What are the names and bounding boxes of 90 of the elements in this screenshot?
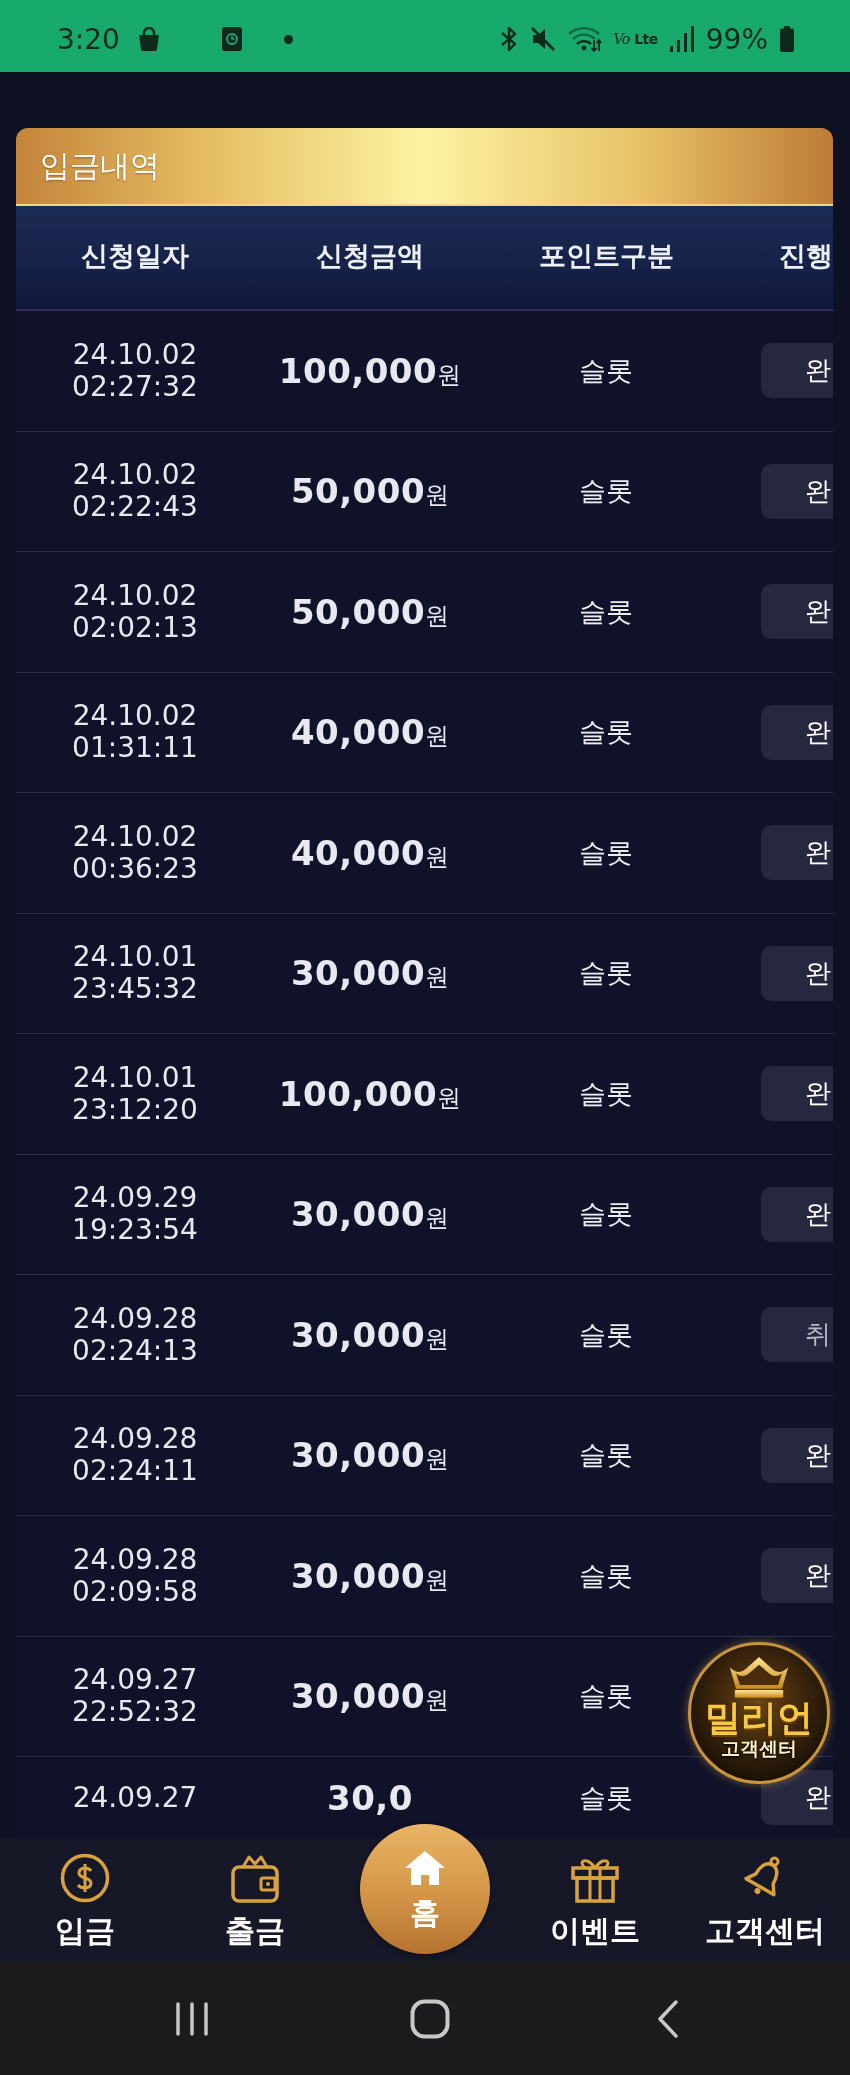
request-time: 02:27:32	[72, 370, 198, 403]
point-type-text: 슬롯	[579, 353, 633, 388]
nav-button[interactable]: 이벤트	[546, 1838, 644, 1952]
amount-text: 100,000원	[278, 1073, 462, 1114]
point-type-text: 슬롯	[579, 1197, 633, 1232]
request-time: 02:02:13	[72, 611, 198, 644]
nav-button[interactable]: 입금	[51, 1838, 119, 1952]
status-button[interactable]: 완	[761, 1427, 833, 1483]
point-type-text: 슬롯	[579, 1076, 633, 1111]
status-button[interactable]: 취	[761, 1307, 833, 1363]
point-type-text: 슬롯	[579, 835, 633, 870]
request-time: 02:24:13	[72, 1334, 198, 1367]
panel-title-bar: 입금내역	[16, 128, 833, 206]
status-button[interactable]: 완	[761, 1770, 833, 1825]
shopping-bag-icon	[137, 27, 160, 51]
amount-text: 30,000원	[290, 953, 450, 994]
amount-text: 30,000원	[290, 1435, 450, 1476]
request-date: 24.09.27	[72, 1664, 198, 1697]
mute-icon	[529, 26, 556, 52]
dollar-coin-icon	[60, 1853, 110, 1903]
wifi-icon	[567, 26, 602, 52]
column-header: 포인트구분	[538, 238, 674, 273]
request-date: 24.10.02	[72, 700, 198, 733]
amount-text: 50,000원	[290, 591, 450, 632]
column-header: 신청금액	[316, 238, 424, 273]
request-time: 01:31:11	[72, 732, 198, 765]
home-icon	[405, 1851, 445, 1885]
request-time: 19:23:54	[72, 1214, 198, 1247]
status-button[interactable]: 완	[761, 1186, 833, 1242]
status-button[interactable]: 완	[761, 825, 833, 881]
point-type-text: 슬롯	[579, 1780, 633, 1815]
status-button[interactable]: 완	[761, 1548, 833, 1604]
point-type-text: 슬롯	[579, 474, 633, 509]
amount-text: 30,000원	[290, 1314, 450, 1355]
request-time: 02:09:58	[72, 1575, 198, 1608]
amount-text: 30,000원	[290, 1555, 450, 1596]
request-time: 23:12:20	[72, 1093, 198, 1126]
amount-text: 40,000원	[290, 832, 450, 873]
nav-button[interactable]: 출금	[221, 1838, 289, 1952]
request-time: 22:52:32	[72, 1696, 198, 1729]
notification-dot-icon	[283, 34, 293, 44]
column-header: 진행	[779, 238, 833, 273]
request-date: 24.10.02	[72, 579, 198, 612]
request-date: 24.10.01	[72, 941, 198, 974]
status-button[interactable]: 완	[761, 343, 833, 399]
recent-apps-icon[interactable]	[175, 2001, 209, 2036]
request-date: 24.09.27	[72, 1781, 198, 1814]
request-date: 24.10.02	[72, 459, 198, 492]
amount-text: 50,000원	[290, 471, 450, 512]
wallet-icon	[231, 1853, 279, 1903]
battery-icon	[780, 26, 794, 52]
request-date: 24.10.02	[72, 338, 198, 371]
column-header: 신청일자	[81, 238, 189, 273]
status-button[interactable]: 완	[761, 584, 833, 640]
request-date: 24.10.01	[72, 1061, 198, 1094]
status-button[interactable]: 완	[761, 1066, 833, 1122]
point-type-text: 슬롯	[579, 1558, 633, 1593]
request-date: 24.09.29	[72, 1182, 198, 1215]
network-type-text: Vo Lte	[613, 31, 658, 47]
point-type-text: 슬롯	[579, 1679, 633, 1714]
status-button[interactable]: 완	[761, 463, 833, 519]
request-time: 02:24:11	[72, 1455, 198, 1488]
request-time: 02:22:43	[72, 491, 198, 524]
request-date: 24.09.28	[72, 1543, 198, 1576]
amount-text: 30,0	[327, 1777, 413, 1818]
battery-percent: 99%	[705, 22, 768, 56]
status-button[interactable]: 완	[761, 704, 833, 760]
back-icon[interactable]	[657, 1999, 679, 2038]
request-time: 00:36:23	[72, 852, 198, 885]
request-time: 23:45:32	[72, 973, 198, 1006]
point-type-text: 슬롯	[579, 594, 633, 629]
status-button[interactable]: 완	[761, 945, 833, 1001]
point-type-text: 슬롯	[579, 956, 633, 991]
request-date: 24.09.28	[72, 1302, 198, 1335]
request-date: 24.10.02	[72, 820, 198, 853]
request-date: 24.09.28	[72, 1423, 198, 1456]
point-type-text: 슬롯	[579, 1438, 633, 1473]
amount-text: 100,000원	[278, 350, 462, 391]
clock-app-icon	[221, 27, 242, 51]
bluetooth-icon	[499, 26, 518, 52]
home-button-icon[interactable]	[410, 1998, 450, 2039]
nav-button[interactable]: 고객센터	[701, 1838, 829, 1952]
amount-text: 30,000원	[290, 1676, 450, 1717]
amount-text: 30,000원	[290, 1194, 450, 1235]
point-type-text: 슬롯	[579, 715, 633, 750]
crown-icon	[727, 1657, 791, 1699]
point-type-text: 슬롯	[579, 1317, 633, 1352]
signal-icon	[669, 26, 694, 52]
amount-text: 40,000원	[290, 712, 450, 753]
clock-time: 3:20	[57, 22, 120, 56]
